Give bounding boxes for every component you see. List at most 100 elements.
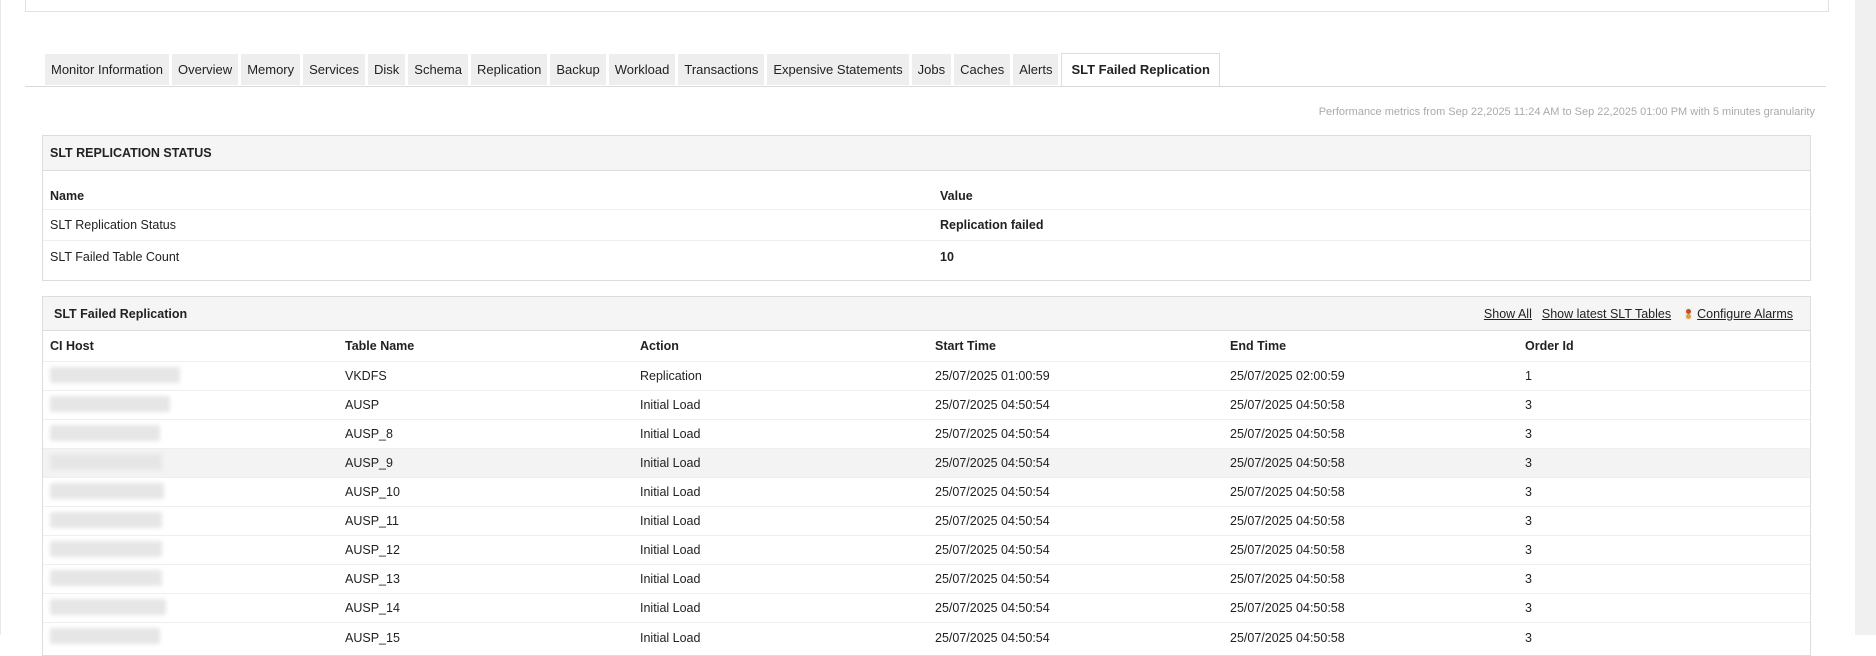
column-header[interactable]: Action [633,339,928,353]
end-time: 25/07/2025 04:50:58 [1230,572,1345,586]
redacted-host [50,453,162,470]
end-time: 25/07/2025 04:50:58 [1230,543,1345,557]
top-panel [25,0,1829,12]
end-time: 25/07/2025 04:50:58 [1230,398,1345,412]
action: Replication [640,369,702,383]
tab-disk[interactable]: Disk [368,54,406,85]
show-latest-slt-tables-link[interactable]: Show latest SLT Tables [1542,307,1671,321]
table-name: AUSP_8 [345,427,393,441]
end-time: 25/07/2025 04:50:58 [1230,456,1345,470]
order-id: 3 [1525,572,1532,586]
status-value: Replication failed [940,218,1044,232]
action: Initial Load [640,630,701,645]
redacted-host [50,628,160,644]
start-time: 25/07/2025 04:50:54 [935,456,1050,470]
ci-host-redacted [43,511,338,531]
table-name: AUSP_11 [345,514,399,528]
start-time: 25/07/2025 04:50:54 [935,427,1050,441]
start-time: 25/07/2025 04:50:54 [935,398,1050,412]
table-row[interactable]: AUSP_8 Initial Load 25/07/2025 04:50:54 25/… [43,420,1810,449]
tab-alerts[interactable]: Alerts [1013,54,1059,85]
show-all-link[interactable]: Show All [1484,307,1532,321]
table-row[interactable]: AUSP_15 Initial Load 25/07/2025 04:50:54 25… [43,623,1810,652]
action: Initial Load [640,398,701,412]
table-name: AUSP [345,398,380,412]
table-row[interactable]: AUSP_12 Initial Load 25/07/2025 04:50:54 25… [43,536,1810,565]
column-header[interactable]: End Time [1223,339,1518,353]
tab-services[interactable]: Services [303,54,365,85]
ci-host-redacted [43,424,338,444]
alarm-icon [1685,308,1693,321]
table-row[interactable]: AUSP_14 Initial Load 25/07/2025 04:50:54 25… [43,594,1810,623]
table-name: AUSP_14 [345,601,400,615]
end-time: 25/07/2025 04:50:58 [1230,427,1345,441]
slt-replication-status-panel: SLT REPLICATION STATUS Name Value SLT Re… [42,135,1811,281]
table-row[interactable]: AUSP_13 Initial Load 25/07/2025 04:50:54 25… [43,565,1810,594]
order-id: 3 [1525,485,1532,499]
tab-bar: Monitor Information Overview Memory Service… [45,53,1220,87]
tab-workload[interactable]: Workload [608,54,676,85]
tab-transactions[interactable]: Transactions [678,54,765,85]
status-header-row: Name Value [43,171,1810,210]
start-time: 25/07/2025 04:50:54 [935,572,1050,586]
table-name: VKDFS [345,369,387,383]
tab-caches[interactable]: Caches [954,54,1011,85]
action: Initial Load [640,456,701,470]
order-id: 3 [1525,630,1532,645]
tab-slt-failed-replication[interactable]: SLT Failed Replication [1061,53,1220,87]
column-header[interactable]: CI Host [43,339,338,353]
tab-replication[interactable]: Replication [470,54,548,85]
header-value: Value [940,189,973,203]
start-time: 25/07/2025 04:50:54 [935,485,1050,499]
tab-overview[interactable]: Overview [172,54,239,85]
left-border [0,0,1,635]
tab-monitor-information[interactable]: Monitor Information [45,54,169,85]
table-name: AUSP_10 [345,485,400,499]
redacted-host [50,482,164,499]
status-row: SLT Replication Status Replication faile… [43,210,1810,241]
ci-host-redacted [43,628,338,647]
start-time: 25/07/2025 04:50:54 [935,601,1050,615]
configure-alarms-link[interactable]: Configure Alarms [1697,307,1793,321]
table-row[interactable]: AUSP_9 Initial Load 25/07/2025 04:50:54 25/… [43,449,1810,478]
scrollbar[interactable] [1855,0,1876,635]
column-header[interactable]: Order Id [1518,339,1758,353]
table-name: AUSP_13 [345,572,400,586]
redacted-host [50,598,166,615]
end-time: 25/07/2025 04:50:58 [1230,601,1345,615]
table-row[interactable]: AUSP_11 Initial Load 25/07/2025 04:50:54 25… [43,507,1810,536]
action: Initial Load [640,427,701,441]
end-time: 25/07/2025 04:50:58 [1230,514,1345,528]
redacted-host [50,424,160,441]
tab-memory[interactable]: Memory [241,54,301,85]
action: Initial Load [640,572,701,586]
order-id: 3 [1525,601,1532,615]
table-body: VKDFS Replication 25/07/2025 01:00:59 25/07… [43,362,1810,652]
action: Initial Load [640,514,701,528]
tab-expensive-statements[interactable]: Expensive Statements [767,54,909,85]
status-name: SLT Replication Status [50,218,176,232]
tab-schema[interactable]: Schema [408,54,468,85]
start-time: 25/07/2025 04:50:54 [935,543,1050,557]
table-row[interactable]: AUSP Initial Load 25/07/2025 04:50:54 25/07… [43,391,1810,420]
redacted-host [50,540,162,557]
ci-host-redacted [43,482,338,502]
order-id: 3 [1525,427,1532,441]
table-row[interactable]: VKDFS Replication 25/07/2025 01:00:59 25/07… [43,362,1810,391]
tab-backup[interactable]: Backup [550,54,606,85]
column-header[interactable]: Table Name [338,339,633,353]
table-name: AUSP_9 [345,456,393,470]
tab-divider [25,86,1826,87]
panel-title: SLT REPLICATION STATUS [43,136,1810,171]
redacted-host [50,395,170,412]
order-id: 1 [1525,369,1532,383]
start-time: 25/07/2025 04:50:54 [935,630,1050,645]
order-id: 3 [1525,456,1532,470]
end-time: 25/07/2025 04:50:58 [1230,485,1345,499]
table-name: AUSP_12 [345,543,400,557]
tab-jobs[interactable]: Jobs [911,54,952,85]
table-row[interactable]: AUSP_10 Initial Load 25/07/2025 04:50:54 25… [43,478,1810,507]
panel-title: SLT Failed Replication [54,306,188,321]
order-id: 3 [1525,514,1532,528]
column-header[interactable]: Start Time [928,339,1223,353]
